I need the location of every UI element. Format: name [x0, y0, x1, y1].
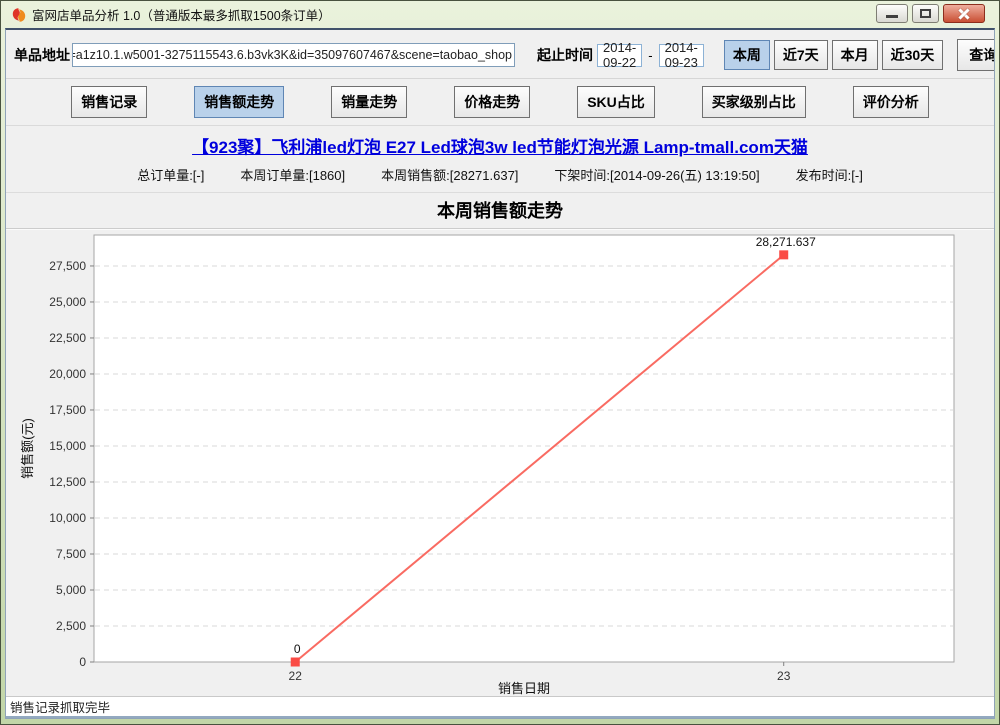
y-tick-label: 27,500 [49, 259, 86, 273]
range-button-3[interactable]: 近30天 [882, 40, 944, 70]
window-title: 富网店单品分析 1.0（普通版本最多抓取1500条订单） [32, 5, 331, 24]
product-link[interactable]: 【923聚】飞利浦led灯泡 E27 Led球泡3w led节能灯泡光源 Lam… [192, 138, 808, 157]
product-link-row: 【923聚】飞利浦led灯泡 E27 Led球泡3w led节能灯泡光源 Lam… [6, 126, 994, 161]
y-tick-label: 22,500 [49, 331, 86, 345]
minimize-glyph [886, 15, 898, 18]
date-range-label: 起止时间 [537, 45, 593, 65]
title-bar: 富网店单品分析 1.0（普通版本最多抓取1500条订单） [5, 1, 995, 28]
data-marker [291, 658, 300, 667]
plot-background [94, 235, 954, 662]
tab-button-0[interactable]: 销售记录 [71, 86, 147, 118]
y-tick-label: 20,000 [49, 367, 86, 381]
date-from-value: 2014-09-22 [603, 40, 636, 70]
date-from-input[interactable]: 2014-09-22 [597, 44, 642, 67]
maximize-icon[interactable] [912, 4, 939, 23]
y-tick-label: 2,500 [56, 619, 86, 633]
x-tick-label: 22 [289, 669, 303, 683]
stat-item-2: 本周销售额:[28271.637] [381, 165, 518, 184]
range-button-1[interactable]: 近7天 [774, 40, 828, 70]
stat-item-4: 发布时间:[-] [796, 165, 863, 184]
query-button[interactable]: 查询 [957, 39, 995, 71]
stat-item-1: 本周订单量:[1860] [240, 165, 345, 184]
y-tick-label: 5,000 [56, 583, 86, 597]
chart-area: 0 2,500 5,000 7,500 10,000 12,500 15,000 17,500… [6, 229, 994, 696]
url-value: m=a1z10.1.w5001-3275115543.6.b3vk3K&id=3… [72, 48, 512, 62]
tab-button-6[interactable]: 评价分析 [853, 86, 929, 118]
tab-button-2[interactable]: 销量走势 [331, 86, 407, 118]
tab-button-1[interactable]: 销售额走势 [194, 86, 284, 118]
date-to-input[interactable]: 2014-09-23 [659, 44, 704, 67]
y-axis-label: 销售额(元) [20, 418, 35, 479]
data-point-label: 28,271.637 [756, 235, 816, 249]
status-text: 销售记录抓取完毕 [10, 697, 110, 716]
y-tick-label: 17,500 [49, 403, 86, 417]
x-tick-label: 23 [777, 669, 791, 683]
stat-item-3: 下架时间:[2014-09-26(五) 13:19:50] [554, 165, 759, 184]
chart-panel: 本周销售额走势 0 2,500 5,000 7,500 10,000 12,500 15,0… [6, 193, 994, 696]
tab-button-5[interactable]: 买家级别占比 [702, 86, 806, 118]
tab-button-3[interactable]: 价格走势 [454, 86, 530, 118]
y-tick-label: 15,000 [49, 439, 86, 453]
chart-title: 本周销售额走势 [6, 193, 994, 229]
query-toolbar: 单品地址 m=a1z10.1.w5001-3275115543.6.b3vk3K… [6, 30, 994, 79]
x-axis-label: 销售日期 [498, 681, 550, 696]
data-marker [779, 250, 788, 259]
stats-row: 总订单量:[-] 本周订单量:[1860] 本周销售额:[28271.637] 下架时… [6, 161, 994, 193]
date-separator: - [648, 48, 652, 63]
close-icon[interactable] [943, 4, 985, 23]
y-tick-label: 7,500 [56, 547, 86, 561]
client-area: 单品地址 m=a1z10.1.w5001-3275115543.6.b3vk3K… [5, 28, 995, 719]
y-tick-label: 10,000 [49, 511, 86, 525]
stat-item-0: 总订单量:[-] [137, 165, 204, 184]
range-button-0[interactable]: 本周 [724, 40, 770, 70]
range-button-group: 本周近7天本月近30天 [724, 40, 943, 70]
caption-buttons [876, 4, 985, 23]
minimize-icon[interactable] [876, 4, 908, 23]
y-tick-label: 25,000 [49, 295, 86, 309]
data-point-label: 0 [294, 642, 301, 656]
date-to-value: 2014-09-23 [665, 40, 698, 70]
url-label: 单品地址 [14, 45, 70, 65]
sales-trend-chart: 0 2,500 5,000 7,500 10,000 12,500 15,000 17,500… [6, 229, 994, 696]
range-button-2[interactable]: 本月 [832, 40, 878, 70]
maximize-glyph [920, 9, 931, 18]
status-bar: 销售记录抓取完毕 [6, 696, 994, 718]
y-tick-label: 12,500 [49, 475, 86, 489]
url-input[interactable]: m=a1z10.1.w5001-3275115543.6.b3vk3K&id=3… [72, 43, 515, 67]
view-tabs: 销售记录 销售额走势 销量走势 价格走势 SKU占比 买家级别占比 评价分析 [6, 79, 994, 126]
y-tick-label: 0 [79, 655, 86, 669]
app-window: 富网店单品分析 1.0（普通版本最多抓取1500条订单） 单品地址 m=a1z1… [0, 0, 1000, 725]
tab-button-4[interactable]: SKU占比 [577, 86, 655, 118]
app-icon [11, 7, 27, 23]
